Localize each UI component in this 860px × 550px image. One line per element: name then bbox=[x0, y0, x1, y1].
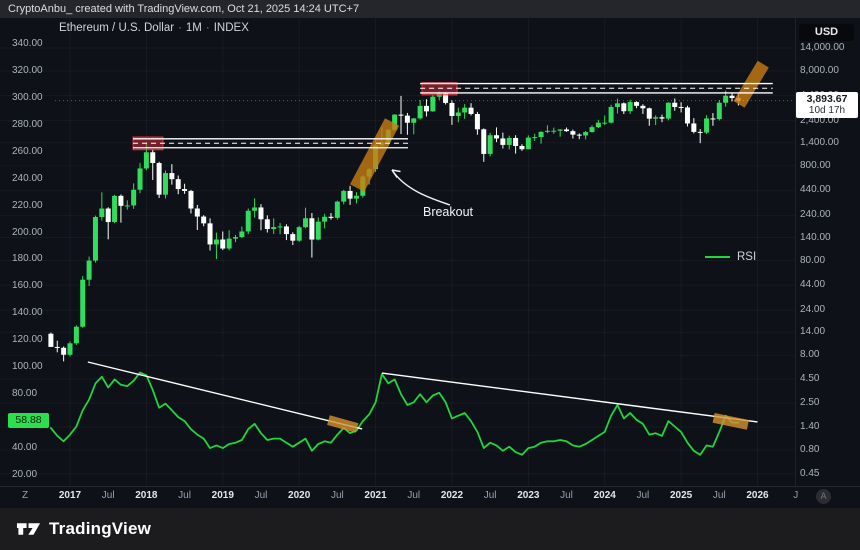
rsi-axis-label: 320.00 bbox=[12, 65, 43, 77]
time-axis-label: 2022 bbox=[432, 490, 472, 502]
time-axis-label: Jul bbox=[394, 490, 434, 502]
rsi-axis-label: 20.00 bbox=[12, 469, 37, 481]
price-axis-label: 2.50 bbox=[800, 397, 819, 409]
time-axis-label: 2021 bbox=[356, 490, 396, 502]
price-axis-label: 440.00 bbox=[800, 184, 831, 196]
attribution-text: CryptoAnbu_ created with TradingView.com… bbox=[8, 3, 359, 15]
price-axis-label: 80.00 bbox=[800, 255, 825, 267]
price-axis-label: 1.40 bbox=[800, 421, 819, 433]
time-axis-label: 2019 bbox=[203, 490, 243, 502]
rsi-axis-label: 280.00 bbox=[12, 119, 43, 131]
breakout-annotation-text[interactable]: Breakout bbox=[412, 205, 484, 219]
time-axis-label: Jul bbox=[165, 490, 205, 502]
candle-countdown: 10d 17h bbox=[796, 105, 858, 116]
rsi-axis-label: 120.00 bbox=[12, 334, 43, 346]
time-axis-label: Jul bbox=[88, 490, 128, 502]
price-axis-label: 8,000.00 bbox=[800, 65, 839, 77]
tradingview-footer: TradingView bbox=[0, 508, 860, 550]
price-axis-label: 44.00 bbox=[800, 279, 825, 291]
time-axis-label: 2026 bbox=[737, 490, 777, 502]
currency-button[interactable]: USD bbox=[799, 24, 854, 41]
symbol-title-row[interactable]: Ethereum / U.S. Dollar · 1M · INDEX bbox=[59, 22, 259, 34]
price-axis-label: 14,000.00 bbox=[800, 42, 845, 54]
rsi-axis-label: 300.00 bbox=[12, 92, 43, 104]
interval-label[interactable]: 1M bbox=[186, 22, 202, 34]
price-axis-label: 0.80 bbox=[800, 444, 819, 456]
price-axis-label: 8.00 bbox=[800, 349, 819, 361]
rsi-axis-label: 340.00 bbox=[12, 38, 43, 50]
price-axis-label: 800.00 bbox=[800, 160, 831, 172]
price-axis-label: 14.00 bbox=[800, 326, 825, 338]
rsi-axis-label: 80.00 bbox=[12, 388, 37, 400]
time-axis-label: 2020 bbox=[279, 490, 319, 502]
exchange-label[interactable]: INDEX bbox=[214, 22, 249, 34]
price-axis-label: 24.00 bbox=[800, 304, 825, 316]
auto-scale-button[interactable]: A bbox=[816, 489, 831, 504]
rsi-legend-label: RSI bbox=[737, 251, 756, 263]
time-axis-label: J bbox=[776, 490, 816, 502]
symbol-name[interactable]: Ethereum / U.S. Dollar bbox=[59, 22, 174, 34]
rsi-legend[interactable]: RSI bbox=[705, 251, 756, 263]
price-axis-label: 4.50 bbox=[800, 373, 819, 385]
tradingview-snapshot: CryptoAnbu_ created with TradingView.com… bbox=[0, 0, 860, 550]
tradingview-logo-icon bbox=[16, 520, 41, 538]
rsi-axis-label: 220.00 bbox=[12, 200, 43, 212]
rsi-axis-label: 260.00 bbox=[12, 146, 43, 158]
price-axis-label: 240.00 bbox=[800, 209, 831, 221]
price-countdown-badge: 3,893.67 10d 17h bbox=[796, 92, 858, 118]
separator-dot: · bbox=[206, 22, 210, 34]
time-axis-label: Jul bbox=[470, 490, 510, 502]
rsi-axis-label: 160.00 bbox=[12, 280, 43, 292]
time-axis-divider bbox=[0, 486, 860, 487]
time-axis-label: Jul bbox=[623, 490, 663, 502]
time-axis-label: Jul bbox=[317, 490, 357, 502]
price-axis-label: 140.00 bbox=[800, 232, 831, 244]
time-axis-label: Jul bbox=[699, 490, 739, 502]
rsi-axis-label: 200.00 bbox=[12, 227, 43, 239]
rsi-axis-label: 140.00 bbox=[12, 307, 43, 319]
tradingview-wordmark: TradingView bbox=[49, 519, 151, 539]
rsi-axis-label: 180.00 bbox=[12, 253, 43, 265]
price-axis-divider bbox=[795, 18, 796, 486]
time-axis-label: Jul bbox=[547, 490, 587, 502]
rsi-value-badge: 58.88 bbox=[8, 413, 49, 428]
chart-canvas[interactable] bbox=[0, 0, 860, 550]
time-axis-label: 2017 bbox=[50, 490, 90, 502]
rsi-axis-label: 100.00 bbox=[12, 361, 43, 373]
time-axis-label: 2023 bbox=[508, 490, 548, 502]
attribution-bar: CryptoAnbu_ created with TradingView.com… bbox=[0, 0, 860, 18]
timezone-label[interactable]: Z bbox=[22, 490, 28, 502]
last-price-value: 3,893.67 bbox=[796, 93, 858, 105]
time-axis-label: 2024 bbox=[585, 490, 625, 502]
time-axis-label: Jul bbox=[241, 490, 281, 502]
rsi-axis-label: 240.00 bbox=[12, 173, 43, 185]
separator-dot: · bbox=[178, 22, 182, 34]
time-axis-label: 2018 bbox=[126, 490, 166, 502]
time-axis-label: 2025 bbox=[661, 490, 701, 502]
rsi-axis-label: 40.00 bbox=[12, 442, 37, 454]
rsi-line-sample-icon bbox=[705, 256, 730, 258]
price-axis-label: 0.45 bbox=[800, 468, 819, 480]
price-axis-label: 1,400.00 bbox=[800, 137, 839, 149]
